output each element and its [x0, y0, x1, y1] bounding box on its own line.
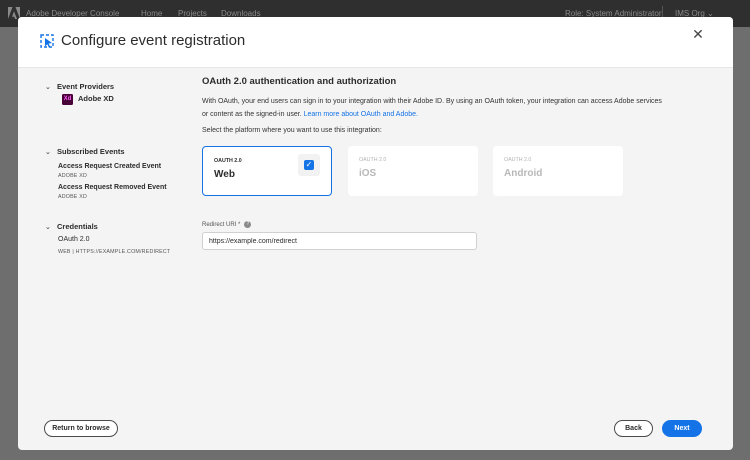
header-divider [18, 67, 733, 68]
event-name: Access Request Created Event [58, 163, 162, 170]
platform-card-ios[interactable]: OAUTH 2.0 iOS [348, 146, 478, 196]
provider-adobe-xd: Adobe XD [78, 94, 114, 103]
platform-checkbox[interactable]: ✓ [298, 154, 320, 176]
platform-type: OAUTH 2.0 [504, 157, 532, 163]
platform-card-web[interactable]: OAUTH 2.0 Web ✓ [202, 146, 332, 196]
back-button[interactable]: Back [614, 420, 653, 437]
section-credentials[interactable]: ⌄ Credentials [45, 216, 98, 234]
section-subscribed-events[interactable]: ⌄ Subscribed Events [45, 141, 125, 159]
main-heading: OAuth 2.0 authentication and authorizati… [202, 76, 397, 87]
chevron-down-icon: ⌄ [45, 84, 51, 91]
next-button[interactable]: Next [662, 420, 702, 437]
subscribed-events-heading: Subscribed Events [57, 147, 125, 156]
platform-card-android[interactable]: OAUTH 2.0 Android [493, 146, 623, 196]
main-description: With OAuth, your end users can sign in t… [202, 96, 662, 121]
help-icon[interactable]: ? [244, 221, 252, 228]
credential-detail: WEB | HTTPS://EXAMPLE.COM/REDIRECT [58, 249, 171, 255]
return-to-browse-button[interactable]: Return to browse [44, 420, 118, 437]
event-registration-icon [40, 34, 54, 48]
platform-name: iOS [359, 168, 377, 179]
credentials-heading: Credentials [57, 222, 98, 231]
section-event-providers[interactable]: ⌄ Event Providers [45, 76, 114, 94]
event-provider: ADOBE XD [58, 173, 87, 179]
redirect-uri-input[interactable] [202, 232, 477, 250]
platform-type: OAUTH 2.0 [214, 158, 242, 164]
required-mark: * [238, 222, 241, 229]
chevron-down-icon: ⌄ [45, 149, 51, 156]
platform-name: Web [214, 169, 235, 180]
platform-type: OAUTH 2.0 [359, 157, 387, 163]
redirect-uri-label: Redirect URI *? [202, 221, 252, 229]
event-providers-heading: Event Providers [57, 82, 115, 91]
description-text: With OAuth, your end users can sign in t… [202, 98, 662, 118]
credential-name: OAuth 2.0 [58, 236, 90, 243]
event-name: Access Request Removed Event [58, 184, 167, 191]
dialog-header: Configure event registration ✕ [18, 17, 733, 67]
chevron-down-icon: ⌄ [45, 224, 51, 231]
platform-name: Android [504, 168, 543, 179]
adobe-xd-icon: Xd [62, 94, 73, 105]
redirect-uri-label-text: Redirect URI [202, 222, 237, 229]
configure-event-dialog: Configure event registration ✕ ⌄ Event Pr… [18, 17, 733, 450]
dialog-title: Configure event registration [61, 32, 246, 49]
close-icon[interactable]: ✕ [691, 27, 705, 41]
event-provider: ADOBE XD [58, 194, 87, 200]
checkmark-icon: ✓ [304, 160, 314, 170]
platform-select-label: Select the platform where you want to us… [202, 127, 382, 134]
learn-more-link[interactable]: Learn more about OAuth and Adobe. [304, 111, 418, 118]
